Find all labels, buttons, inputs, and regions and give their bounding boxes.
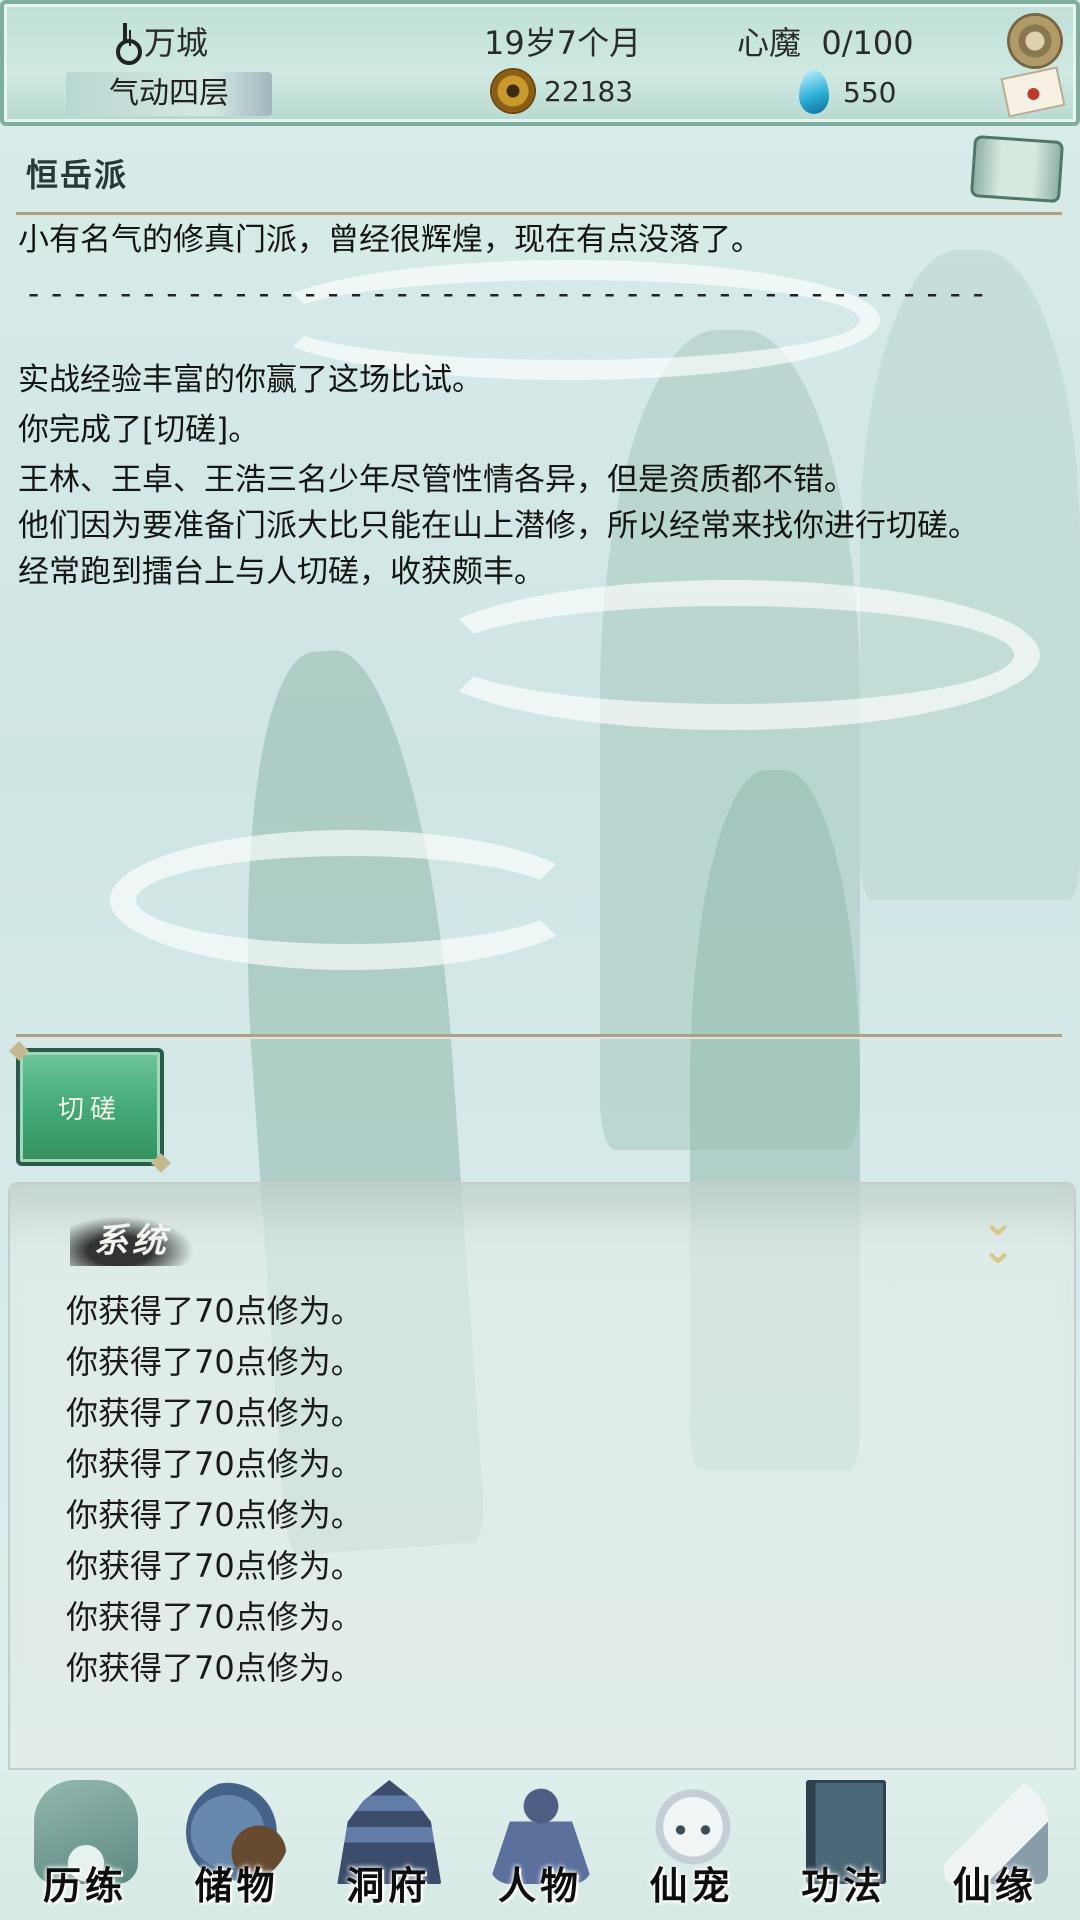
story-line: 他们因为要准备门派大比只能在山上潜修，所以经常来找你进行切磋。 xyxy=(18,508,979,544)
nav-label: 历练 xyxy=(42,1863,127,1908)
cloud-mist xyxy=(110,830,590,970)
nav-label: 人物 xyxy=(497,1863,582,1908)
nav-techniques[interactable]: 功法 xyxy=(768,1770,918,1920)
coin-value: 22183 xyxy=(544,74,634,108)
spirit-stone-value: 550 xyxy=(843,75,897,109)
nav-spirit-pet[interactable]: 仙宠 xyxy=(617,1770,767,1920)
nav-character[interactable]: 人物 xyxy=(465,1770,615,1920)
story-line: 王林、王卓、王浩三名少年尽管性情各异，但是资质都不错。 xyxy=(18,462,855,498)
log-entry: 你获得了70点修为。 xyxy=(66,1394,363,1432)
story-text: 小有名气的修真门派，曾经很辉煌，现在有点没落了。 - - - - - - - -… xyxy=(18,220,1058,598)
chevron-double-down-icon[interactable]: ⌄ ⌄ xyxy=(968,1202,1028,1270)
nav-label: 仙宠 xyxy=(649,1863,734,1908)
spar-button[interactable]: 切磋 xyxy=(16,1048,164,1166)
nav-training[interactable]: 历练 xyxy=(10,1770,160,1920)
nav-label: 仙缘 xyxy=(952,1863,1037,1908)
coin-balance: 22183 xyxy=(492,70,633,112)
gear-icon[interactable] xyxy=(1010,16,1060,66)
story-line: 经常跑到擂台上与人切磋，收获颇丰。 xyxy=(18,554,545,590)
log-entry: 你获得了70点修为。 xyxy=(66,1292,363,1330)
dashed-separator: - - - - - - - - - - - - - - - - - - - - … xyxy=(28,276,985,312)
story-line: 实战经验丰富的你赢了这场比试。 xyxy=(18,362,483,398)
bottom-nav: 历练 储物 洞府 人物 仙宠 功法 仙缘 xyxy=(0,1770,1080,1920)
heart-demon-value: 0/100 xyxy=(821,24,914,62)
cloud-mist xyxy=(420,580,1040,730)
log-title: 系统 xyxy=(70,1216,194,1266)
spirit-stone-balance: 550 xyxy=(799,70,896,114)
nav-fortune[interactable]: 仙缘 xyxy=(920,1770,1070,1920)
location[interactable]: 万城 xyxy=(112,18,209,65)
story-line: 你完成了[切磋]。 xyxy=(18,412,260,448)
nav-label: 储物 xyxy=(194,1863,279,1908)
heart-demon: 心魔 0/100 xyxy=(737,18,914,64)
sect-name: 恒岳派 xyxy=(26,156,129,194)
log-entry: 你获得了70点修为。 xyxy=(66,1547,363,1585)
log-list: 你获得了70点修为。 你获得了70点修为。 你获得了70点修为。 你获得了70点… xyxy=(66,1286,363,1694)
system-log-panel: 系统 ⌄ ⌄ 你获得了70点修为。 你获得了70点修为。 你获得了70点修为。 你… xyxy=(8,1182,1076,1770)
nav-label: 洞府 xyxy=(346,1863,431,1908)
scroll-map-icon[interactable] xyxy=(969,134,1065,204)
location-name: 万城 xyxy=(144,24,209,62)
cultivation-realm[interactable]: 气动四层 xyxy=(66,72,272,116)
status-bar: 万城 气动四层 19岁7个月 心魔 0/100 22183 550 xyxy=(0,0,1080,126)
heart-demon-label: 心魔 xyxy=(737,24,802,62)
spirit-stone-icon xyxy=(799,70,829,114)
mail-icon[interactable] xyxy=(1000,66,1066,118)
log-entry: 你获得了70点修为。 xyxy=(66,1343,363,1381)
character-age: 19岁7个月 xyxy=(484,24,642,62)
log-entry: 你获得了70点修为。 xyxy=(66,1496,363,1534)
log-entry: 你获得了70点修为。 xyxy=(66,1598,363,1636)
nav-label: 功法 xyxy=(801,1863,886,1908)
log-entry: 你获得了70点修为。 xyxy=(66,1445,363,1483)
coin-icon xyxy=(492,70,534,112)
location-key-icon xyxy=(112,21,142,65)
nav-cave-dwelling[interactable]: 洞府 xyxy=(313,1770,463,1920)
nav-storage[interactable]: 储物 xyxy=(162,1770,312,1920)
sect-description: 小有名气的修真门派，曾经很辉煌，现在有点没落了。 xyxy=(18,222,762,258)
divider xyxy=(16,1034,1062,1037)
divider xyxy=(16,212,1062,215)
log-entry: 你获得了70点修为。 xyxy=(66,1649,363,1687)
